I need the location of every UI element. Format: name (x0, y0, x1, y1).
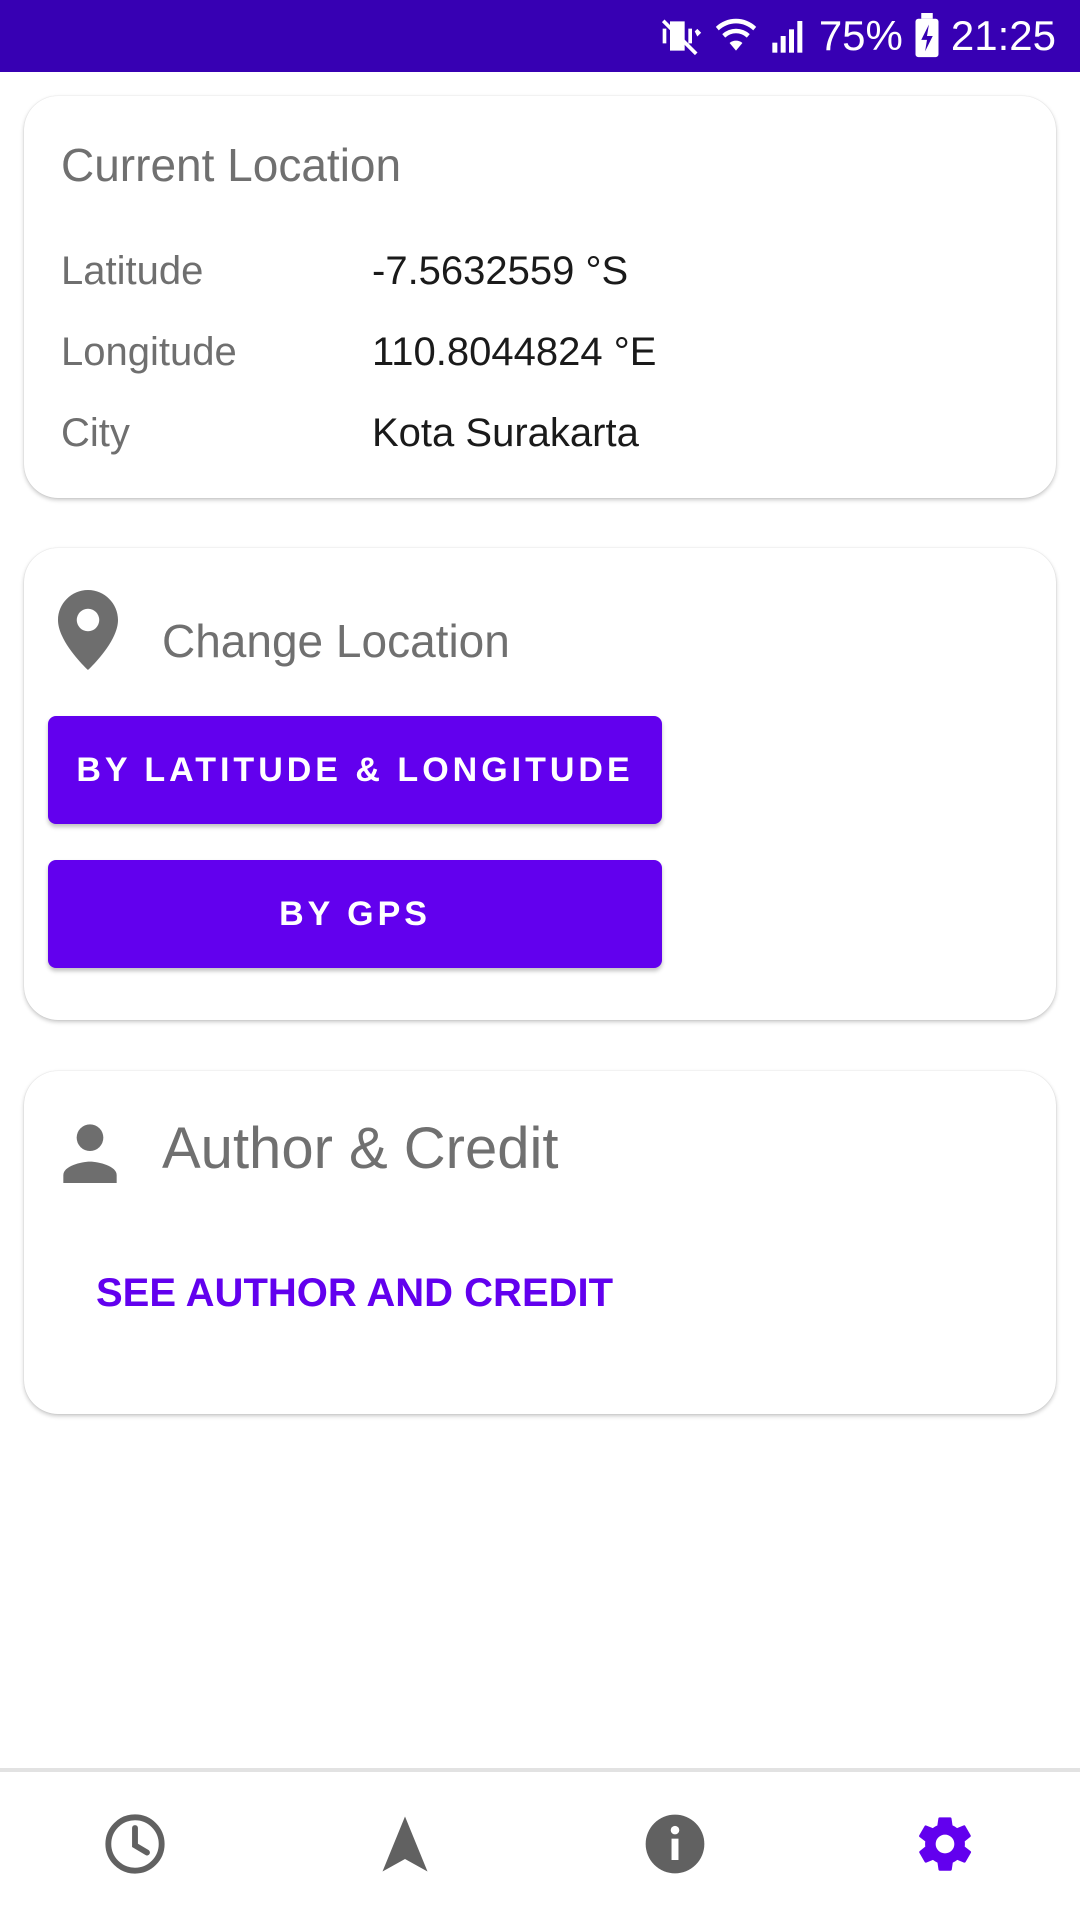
nav-prayer-times[interactable] (99, 1810, 171, 1882)
signal-icon (769, 14, 809, 58)
navigation-arrow-icon (375, 1812, 435, 1881)
by-latitude-longitude-button[interactable]: BY LATITUDE & LONGITUDE (48, 716, 662, 824)
current-location-title: Current Location (61, 139, 402, 191)
clock-time: 21:25 (950, 12, 1056, 59)
status-bar: 75% 21:25 (0, 0, 1080, 72)
info-icon (643, 1812, 707, 1881)
current-location-card: Current Location Latitude -7.5632559 °S … (24, 96, 1056, 498)
vibrate-mute-icon (659, 14, 703, 58)
city-value: Kota Surakarta (372, 411, 639, 455)
author-credit-card: Author & Credit SEE AUTHOR AND CREDIT (24, 1071, 1056, 1414)
see-author-credit-button[interactable]: SEE AUTHOR AND CREDIT (96, 1271, 613, 1316)
bottom-navigation (0, 1768, 1080, 1924)
longitude-label: Longitude (61, 330, 237, 374)
nav-qibla[interactable] (369, 1810, 441, 1882)
person-icon (58, 1119, 122, 1188)
settings-icon (913, 1812, 977, 1881)
wifi-icon (713, 14, 759, 58)
location-pin-icon (58, 590, 118, 675)
battery-percent: 75% (818, 12, 903, 59)
status-icons: 75% 21:25 (659, 0, 1056, 72)
city-label: City (61, 411, 130, 455)
latitude-label: Latitude (61, 249, 204, 293)
change-location-card: Change Location BY LATITUDE & LONGITUDE … (24, 548, 1056, 1020)
battery-charging-icon (913, 13, 941, 59)
longitude-value: 110.8044824 °E (372, 330, 657, 374)
change-location-title: Change Location (162, 615, 510, 667)
author-credit-title: Author & Credit (162, 1116, 559, 1181)
clock-icon (103, 1812, 167, 1881)
latitude-value: -7.5632559 °S (372, 249, 629, 293)
nav-info[interactable] (639, 1810, 711, 1882)
by-gps-button[interactable]: BY GPS (48, 860, 662, 968)
nav-settings[interactable] (909, 1810, 981, 1882)
